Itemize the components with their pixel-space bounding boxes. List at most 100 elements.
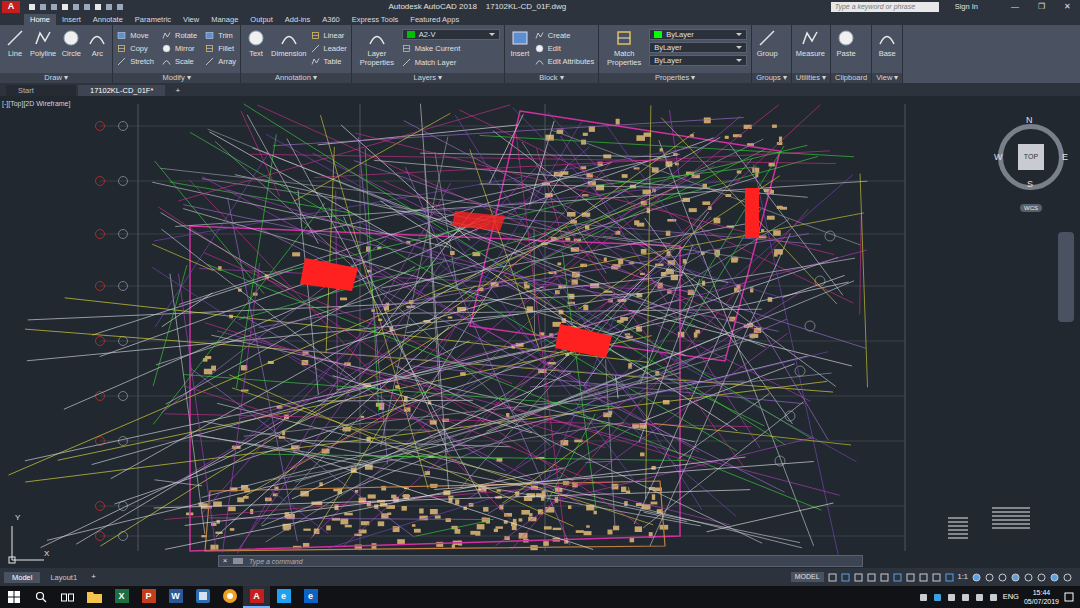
large-tool-button[interactable]: Group <box>756 29 778 58</box>
search-button[interactable] <box>27 586 54 608</box>
small-tool-button[interactable]: Edit <box>535 42 594 54</box>
large-tool-button[interactable]: Paste <box>835 29 857 58</box>
small-tool-button[interactable]: Copy <box>117 42 154 54</box>
notifications-icon[interactable] <box>1064 592 1074 602</box>
quick-access-icon[interactable] <box>94 3 102 11</box>
status-toggle-icon[interactable] <box>841 573 850 582</box>
wcs-menu[interactable]: WCS <box>1020 204 1042 212</box>
ribbon-dropdown[interactable]: A2-V <box>402 29 500 40</box>
panel-title[interactable]: Properties ▾ <box>599 73 751 83</box>
large-tool-button[interactable]: Text <box>245 29 267 58</box>
ribbon-tab[interactable]: Home <box>24 14 56 25</box>
large-tool-button[interactable]: Line <box>4 29 26 58</box>
taskbar-app[interactable] <box>216 586 243 608</box>
status-toggle-icon[interactable] <box>945 573 954 582</box>
layout-tab[interactable]: Model <box>4 572 40 583</box>
large-tool-button[interactable]: Match Properties <box>603 29 645 67</box>
panel-title[interactable]: Layers ▾ <box>352 73 504 83</box>
small-tool-button[interactable]: Rotate <box>162 29 197 41</box>
taskbar-app[interactable]: e <box>297 586 324 608</box>
large-tool-button[interactable]: Base <box>876 29 898 58</box>
compass-north[interactable]: N <box>1026 116 1033 125</box>
ribbon-dropdown[interactable]: ByLayer <box>649 55 747 66</box>
small-tool-button[interactable]: Stretch <box>117 55 154 67</box>
small-tool-button[interactable]: Make Current <box>402 42 500 54</box>
app-logo[interactable]: A <box>2 1 20 13</box>
add-layout-button[interactable]: + <box>87 573 100 581</box>
drawing-area[interactable]: [-][Top][2D Wireframe]TOPNSWEWCSYX×Type … <box>0 96 1080 568</box>
ribbon-tab[interactable]: Featured Apps <box>404 14 465 25</box>
quick-access-icon[interactable] <box>39 3 47 11</box>
close-command-button[interactable]: × <box>219 557 231 565</box>
ribbon-tab[interactable]: Express Tools <box>346 14 405 25</box>
quick-access-icon[interactable] <box>116 3 124 11</box>
status-toggle-icon[interactable] <box>998 573 1007 582</box>
task-view-button[interactable] <box>54 586 81 608</box>
status-toggle-icon[interactable] <box>985 573 994 582</box>
tray-icon[interactable] <box>961 593 970 602</box>
status-toggle-icon[interactable] <box>1011 573 1020 582</box>
window-control[interactable]: — <box>1002 0 1028 13</box>
small-tool-button[interactable]: Mirror <box>162 42 197 54</box>
model-space-toggle[interactable]: MODEL <box>791 572 824 582</box>
small-tool-button[interactable]: Match Layer <box>402 56 500 68</box>
ribbon-tab[interactable]: Add-ins <box>279 14 316 25</box>
status-toggle-icon[interactable] <box>906 573 915 582</box>
status-toggle-icon[interactable] <box>893 573 902 582</box>
status-toggle-icon[interactable] <box>1037 573 1046 582</box>
taskbar-app[interactable] <box>81 586 108 608</box>
ribbon-dropdown[interactable]: ByLayer <box>649 29 747 40</box>
panel-title[interactable]: Block ▾ <box>505 73 598 83</box>
ribbon-tab[interactable]: View <box>177 14 205 25</box>
compass-east[interactable]: E <box>1062 153 1068 162</box>
start-button[interactable] <box>0 586 27 608</box>
small-tool-button[interactable]: Move <box>117 29 154 41</box>
large-tool-button[interactable]: Polyline <box>30 29 56 58</box>
quick-access-icon[interactable] <box>61 3 69 11</box>
status-toggle-icon[interactable] <box>972 573 981 582</box>
status-toggle-icon[interactable] <box>1050 573 1059 582</box>
panel-title[interactable]: Groups ▾ <box>752 73 791 83</box>
quick-access-icon[interactable] <box>72 3 80 11</box>
layout-tab[interactable]: Layout1 <box>42 572 85 583</box>
file-tab[interactable]: Start <box>6 85 76 96</box>
status-toggle-icon[interactable] <box>919 573 928 582</box>
small-tool-button[interactable]: Edit Attributes <box>535 55 594 67</box>
command-line[interactable]: ×Type a command <box>218 555 863 567</box>
viewport-label[interactable]: [-][Top][2D Wireframe] <box>2 100 70 107</box>
large-tool-button[interactable]: Dimension <box>271 29 306 58</box>
taskbar-app[interactable] <box>189 586 216 608</box>
status-toggle-icon[interactable] <box>880 573 889 582</box>
sign-in[interactable]: Sign In <box>955 3 978 11</box>
window-control[interactable]: ❐ <box>1028 0 1054 13</box>
cad-drawing[interactable] <box>0 96 1080 568</box>
ribbon-tab[interactable]: Parametric <box>129 14 177 25</box>
panel-title[interactable]: Utilities ▾ <box>792 73 830 83</box>
tray-icon[interactable] <box>975 593 984 602</box>
viewcube[interactable]: TOPNSWE <box>994 116 1068 196</box>
panel-title[interactable]: Draw ▾ <box>0 73 112 83</box>
compass-west[interactable]: W <box>994 153 1003 162</box>
small-tool-button[interactable]: Create <box>535 29 594 41</box>
small-tool-button[interactable]: Linear <box>311 29 347 41</box>
taskbar-app[interactable]: P <box>135 586 162 608</box>
large-tool-button[interactable]: Circle <box>60 29 82 58</box>
quick-access-icon[interactable] <box>105 3 113 11</box>
status-toggle-icon[interactable] <box>1063 573 1072 582</box>
small-tool-button[interactable]: Scale <box>162 55 197 67</box>
quick-access-icon[interactable] <box>83 3 91 11</box>
large-tool-button[interactable]: Layer Properties <box>356 29 398 67</box>
small-tool-button[interactable]: Array <box>205 55 236 67</box>
panel-title[interactable]: Annotation ▾ <box>241 73 351 83</box>
panel-title[interactable]: View ▾ <box>872 73 902 83</box>
annotation-scale[interactable]: 1:1 <box>958 573 968 581</box>
new-tab-button[interactable]: + <box>167 85 188 96</box>
panel-title[interactable]: Modify ▾ <box>113 73 240 83</box>
viewcube-top[interactable]: TOP <box>1018 144 1044 170</box>
status-toggle-icon[interactable] <box>867 573 876 582</box>
small-tool-button[interactable]: Fillet <box>205 42 236 54</box>
ribbon-tab[interactable]: Manage <box>205 14 244 25</box>
large-tool-button[interactable]: Measure <box>796 29 825 58</box>
panel-title[interactable]: Clipboard <box>831 73 871 83</box>
tray-icon[interactable] <box>933 593 942 602</box>
